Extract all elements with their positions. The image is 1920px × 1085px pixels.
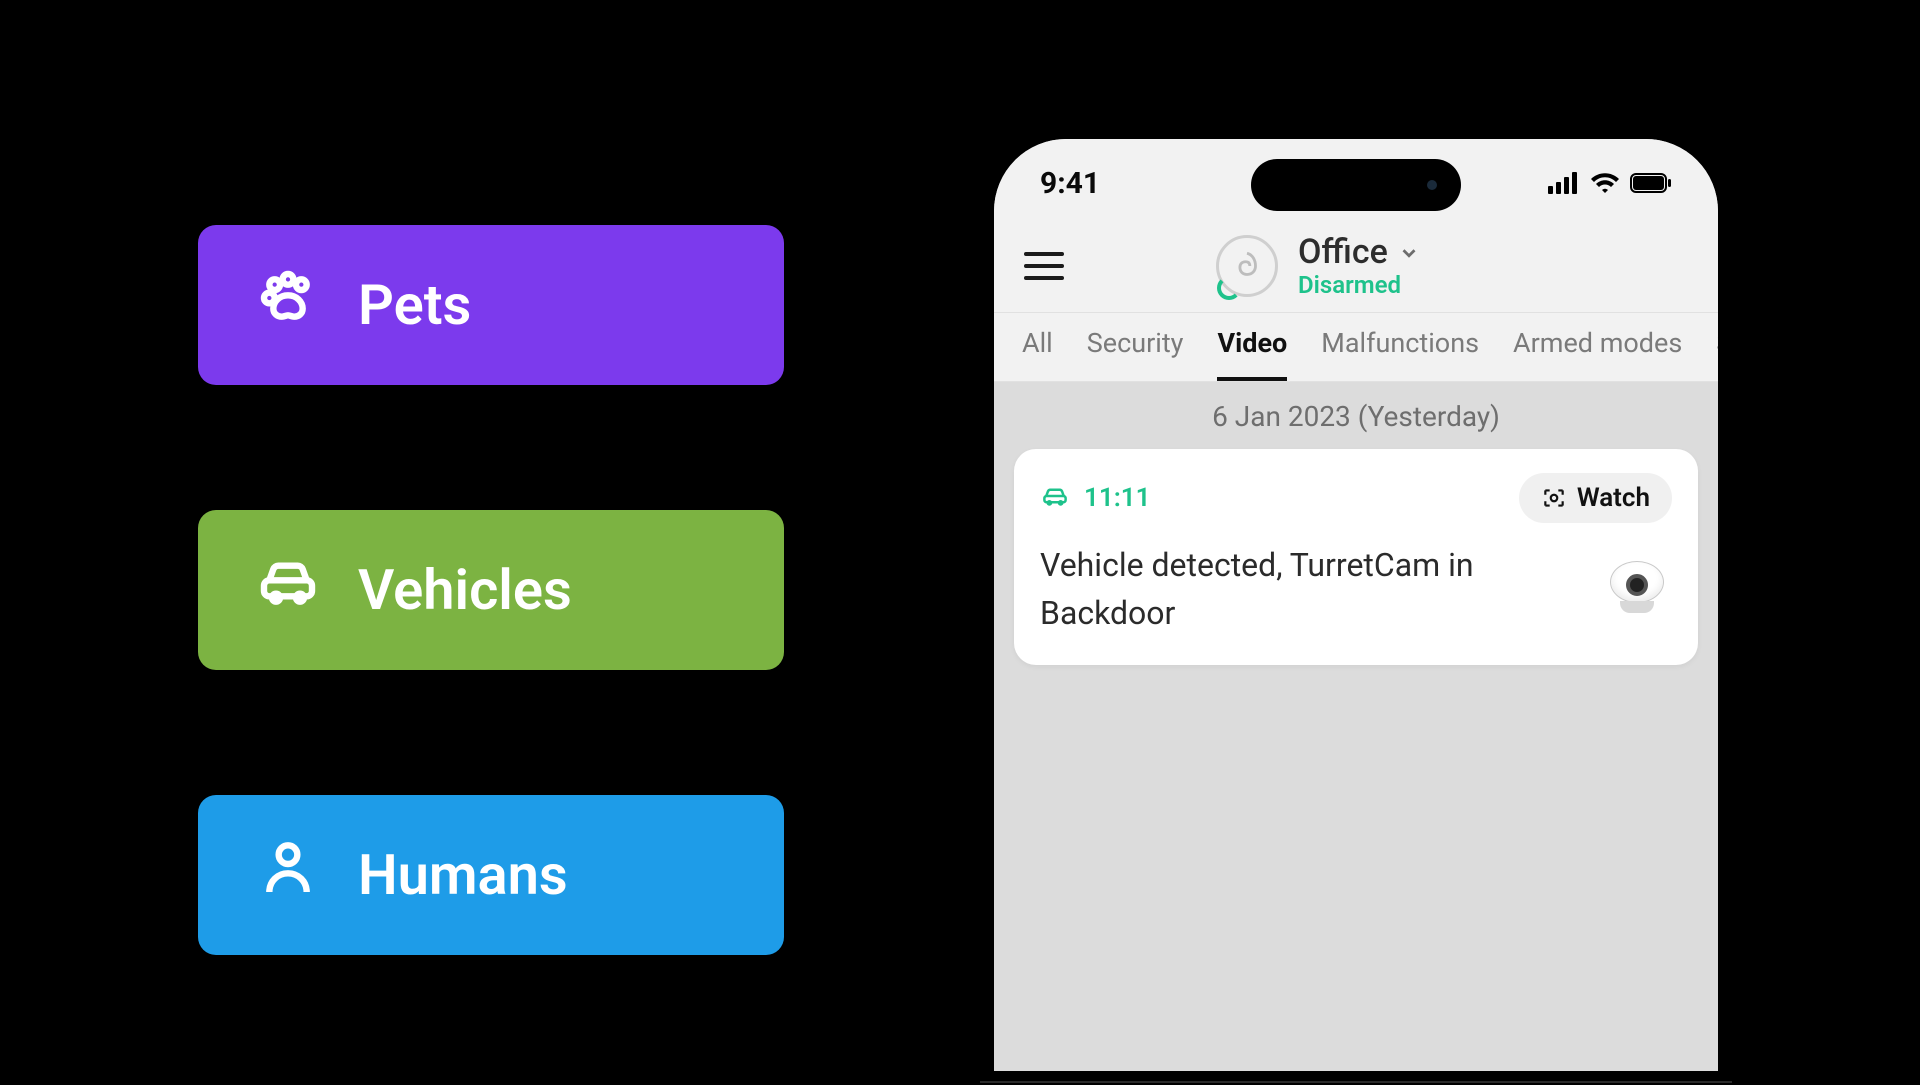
tab-security[interactable]: Security	[1087, 327, 1184, 381]
hub-name-label: Office	[1298, 233, 1388, 272]
watch-icon	[1541, 485, 1567, 511]
category-label: Vehicles	[358, 557, 572, 623]
watch-label: Watch	[1577, 483, 1650, 513]
tab-armed-modes[interactable]: Armed modes	[1513, 327, 1682, 381]
app-header: Office Disarmed	[994, 227, 1718, 313]
event-card[interactable]: 11:11 Watch Vehicle detected, TurretCam …	[1014, 449, 1698, 665]
tab-malfunctions[interactable]: Malfunctions	[1321, 327, 1479, 381]
category-tile-vehicles[interactable]: Vehicles	[198, 510, 784, 670]
person-icon	[256, 836, 320, 914]
event-message: Vehicle detected, TurretCam in Backdoor	[1040, 541, 1580, 637]
hub-icon	[1216, 235, 1278, 297]
dynamic-island	[1251, 159, 1461, 211]
hub-status-label: Disarmed	[1298, 272, 1420, 300]
wifi-icon	[1590, 172, 1620, 194]
watch-button[interactable]: Watch	[1519, 473, 1672, 523]
phone-screen: 9:41	[994, 139, 1718, 1071]
paw-icon	[256, 266, 320, 344]
tab-video[interactable]: Video	[1217, 327, 1287, 382]
loading-spinner-icon	[1217, 276, 1241, 300]
event-time: 11:11	[1084, 483, 1151, 513]
vehicle-event-icon	[1040, 481, 1070, 515]
category-label: Pets	[358, 272, 471, 338]
category-label: Humans	[358, 842, 568, 908]
camera-thumbnail	[1602, 557, 1672, 621]
category-tile-humans[interactable]: Humans	[198, 795, 784, 955]
menu-button[interactable]	[1022, 246, 1066, 286]
car-icon	[256, 551, 320, 629]
hub-selector[interactable]: Office	[1298, 233, 1420, 272]
tab-overflow[interactable]: Sm	[1716, 327, 1718, 381]
feed-date-label: 6 Jan 2023 (Yesterday)	[994, 382, 1718, 449]
category-tile-pets[interactable]: Pets	[198, 225, 784, 385]
tab-all[interactable]: All	[1022, 327, 1053, 381]
phone-frame: 9:41	[980, 125, 1732, 1085]
cellular-icon	[1548, 172, 1580, 194]
battery-icon	[1630, 173, 1672, 193]
status-time: 9:41	[1040, 166, 1100, 201]
filter-tabs: All Security Video Malfunctions Armed mo…	[994, 313, 1718, 382]
chevron-down-icon	[1398, 242, 1420, 264]
